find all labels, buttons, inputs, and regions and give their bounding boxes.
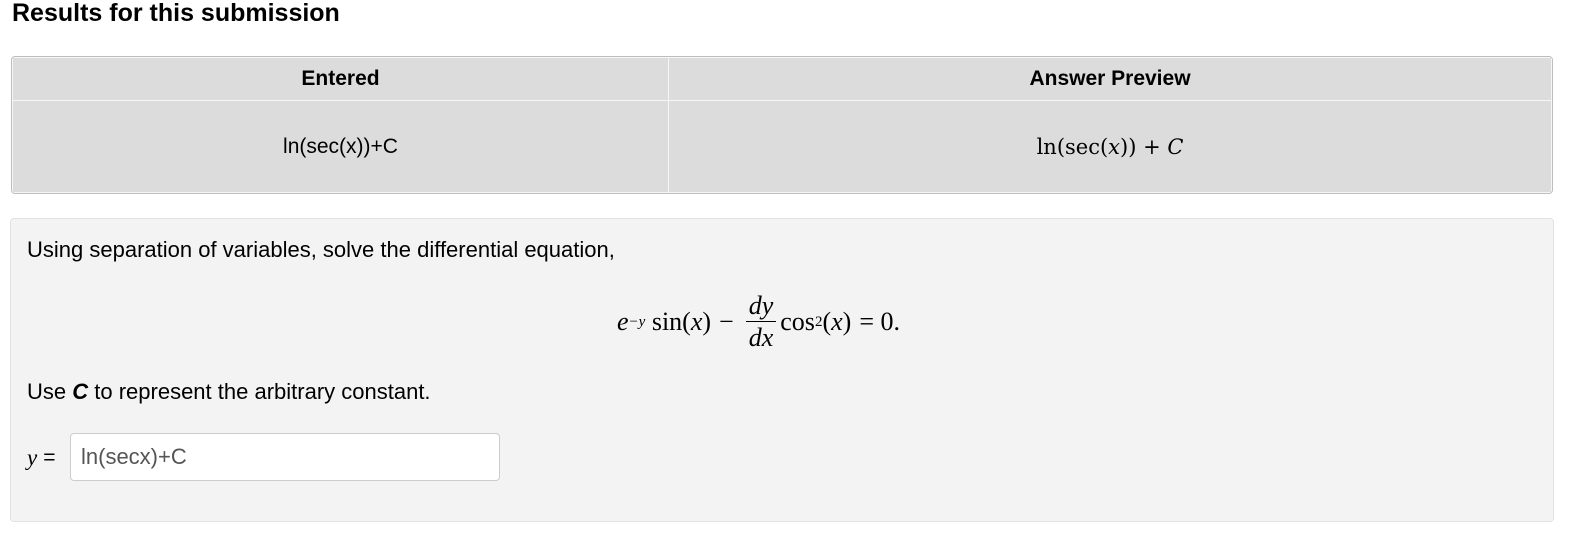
eq-sin-close: ) [702,307,712,336]
eq-cos-open: ( [822,307,832,336]
const-note-var: C [72,379,89,404]
answer-label: y = [27,445,55,471]
table-header-row: Entered Answer Preview [12,57,1552,101]
const-note-prefix: Use [27,379,73,404]
preview-plus: + [1136,134,1168,159]
preview-ln: ln [1036,134,1057,159]
eq-x1: x [690,307,703,336]
page: Results for this submission Entered Answ… [0,0,1576,536]
results-table: Entered Answer Preview ln(sec(x))+C ln(s… [11,56,1553,194]
eq-sin: sin( [645,307,691,336]
problem-box: Using separation of variables, solve the… [10,218,1554,522]
answer-input[interactable] [70,433,500,481]
eq-equals: = 0. [859,307,900,336]
eq-exponent: −y [628,313,646,330]
eq-fraction: dy dx [745,291,777,353]
eq-cos-exp: 2 [814,313,823,330]
eq-minus: − [719,307,734,336]
eq-x2: x [831,307,843,336]
const-note-suffix: to represent the arbitrary constant. [88,379,431,404]
header-answer-preview: Answer Preview [668,57,1552,101]
preview-var-x: x [1108,134,1121,159]
results-heading: Results for this submission [12,0,340,27]
eq-dy: dy [745,291,777,322]
eq-cos-close: ) [842,307,852,336]
eq-cos: cos [780,307,815,336]
preview-open: (sec( [1056,134,1109,159]
preview-close: )) [1120,134,1137,159]
differential-equation: e −y sin(x) − dy dx cos 2(x) = 0. [617,289,908,355]
table-row: ln(sec(x))+C ln(sec(x)) + C [12,100,1552,193]
header-entered: Entered [12,57,669,101]
answer-equals: = [43,446,56,469]
answer-preview-cell: ln(sec(x)) + C [668,100,1552,193]
problem-prompt: Using separation of variables, solve the… [27,237,615,262]
eq-dx: dx [748,322,774,352]
entered-cell: ln(sec(x))+C [12,100,669,193]
constant-note: Use C to represent the arbitrary constan… [27,379,431,405]
answer-var: y [27,445,38,470]
eq-e: e [617,307,629,336]
preview-var-c: C [1167,134,1184,159]
